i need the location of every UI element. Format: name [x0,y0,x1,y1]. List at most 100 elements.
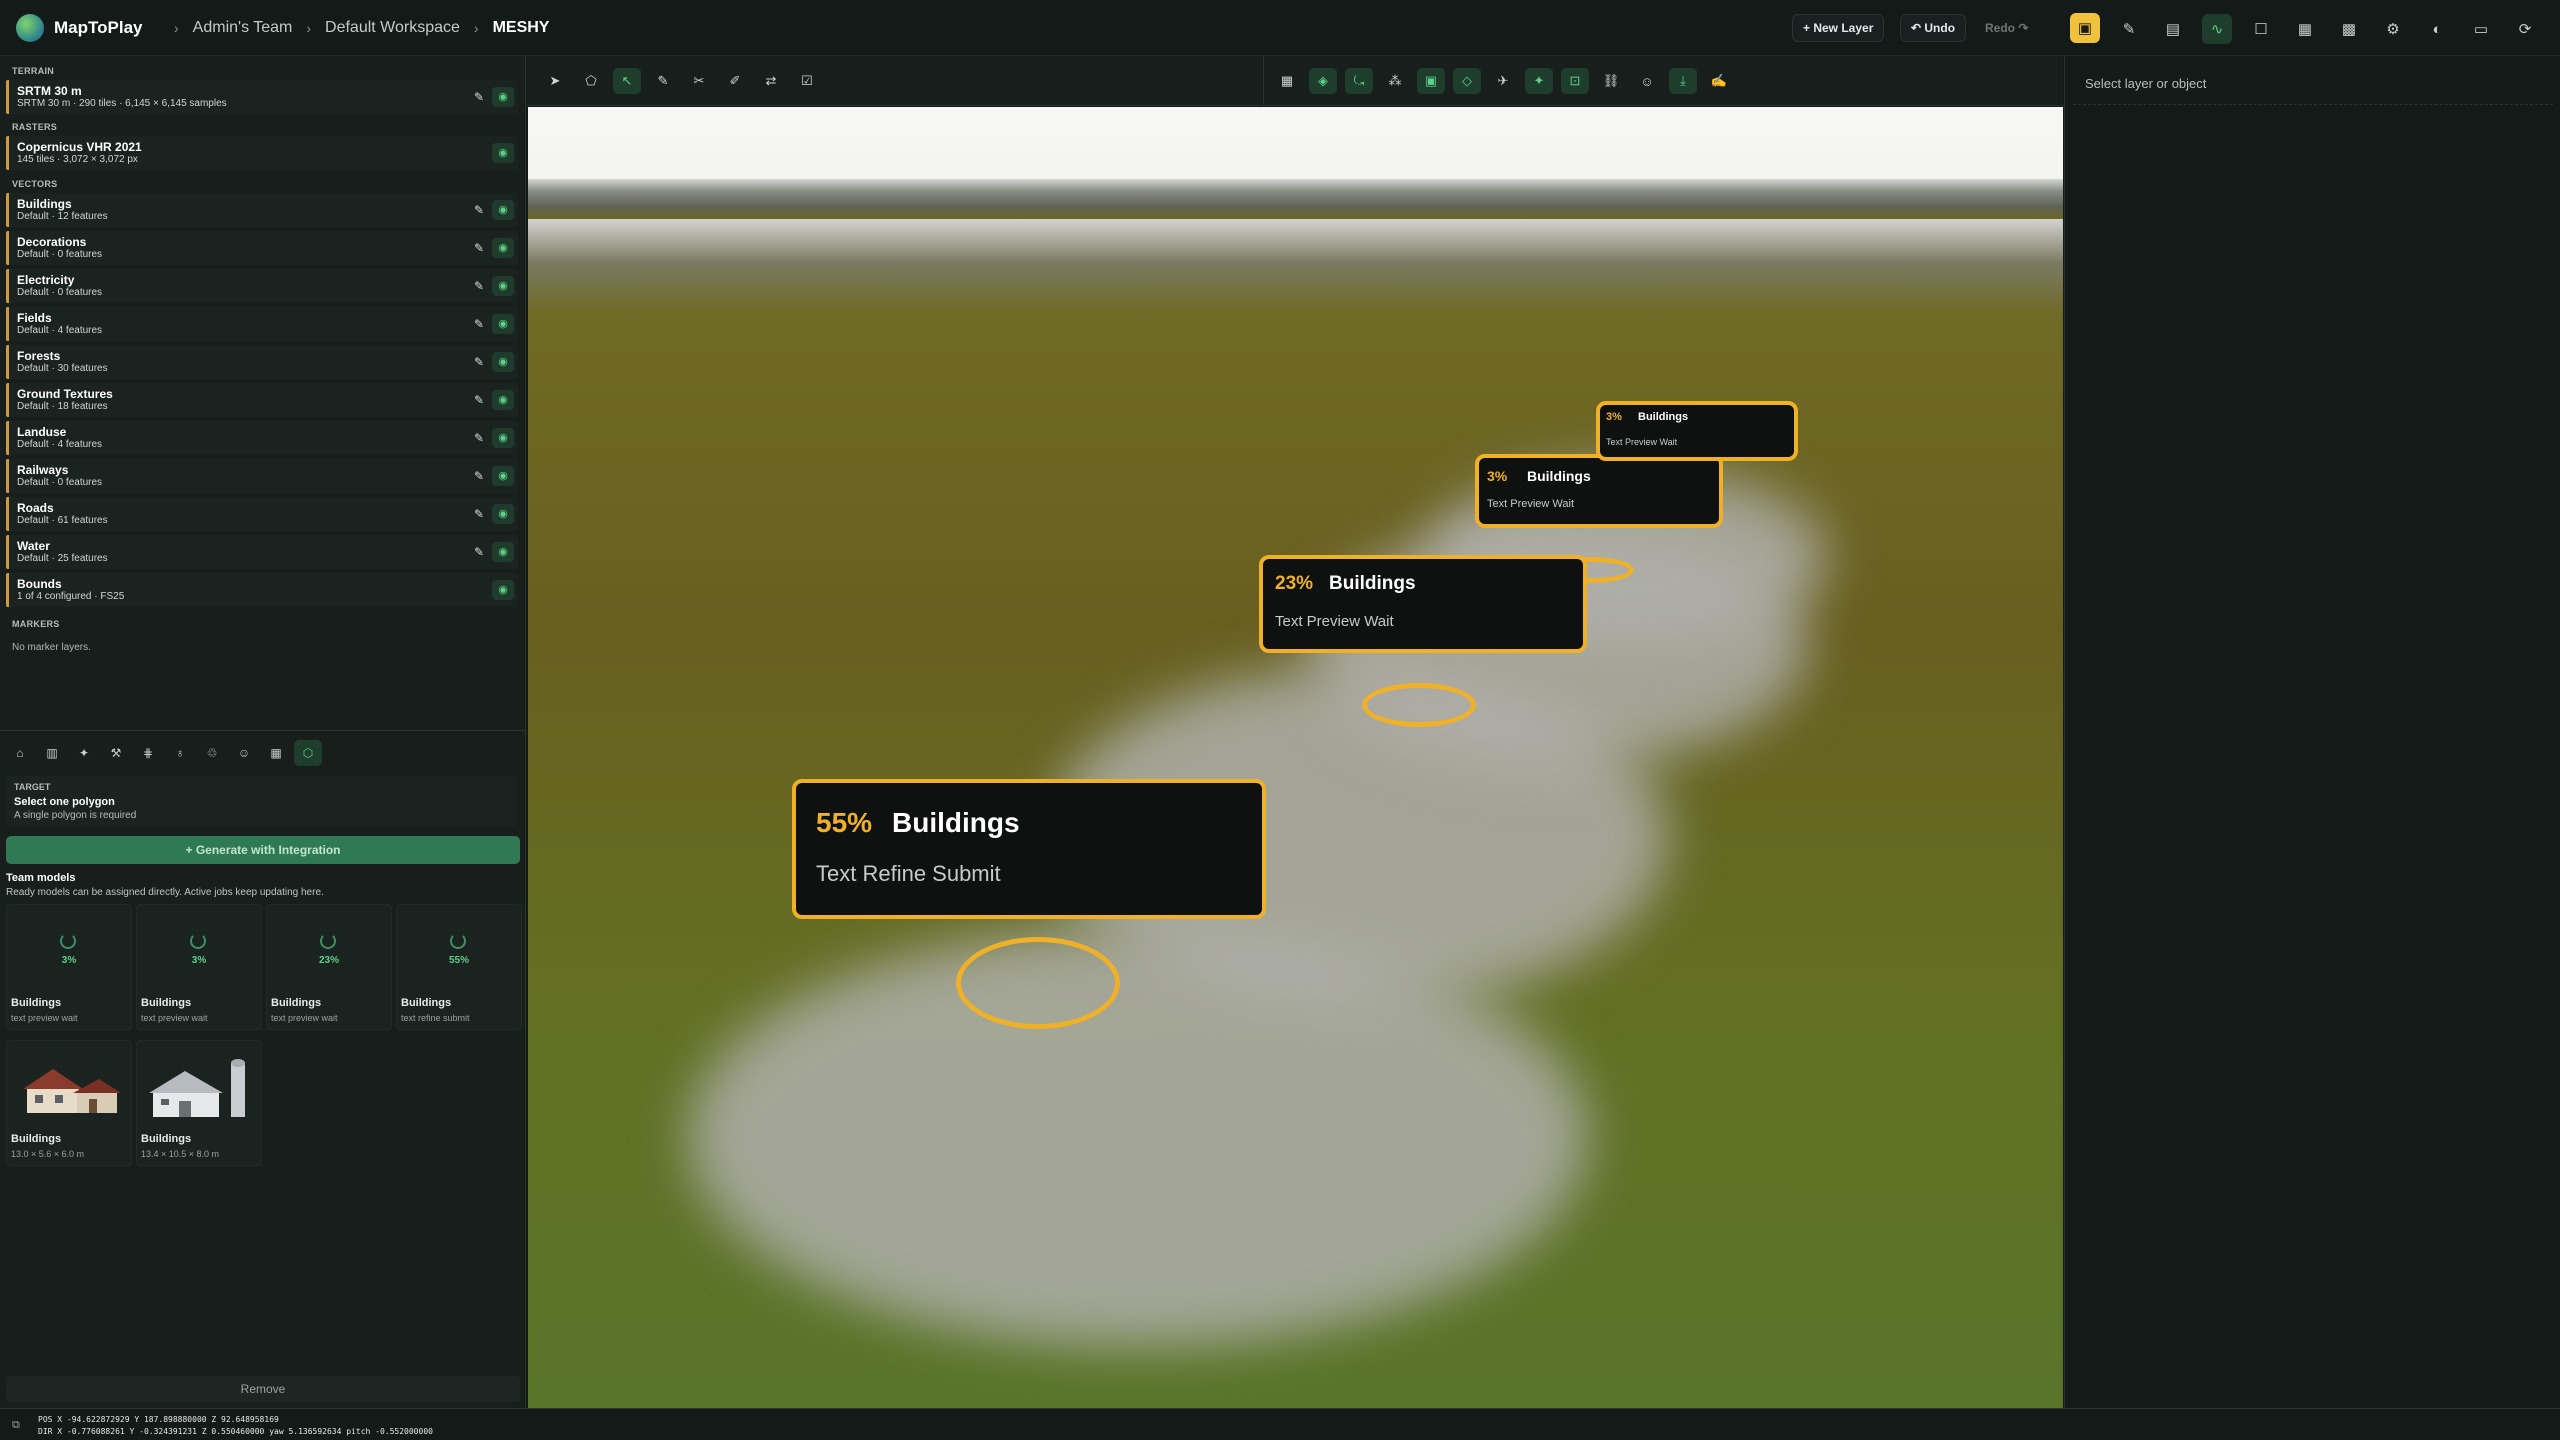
layout-icon[interactable]: ▤ [2158,14,2188,44]
checkbox-edit-icon[interactable]: ☑ [793,68,821,94]
focus-icon[interactable]: ⊡ [1561,68,1589,94]
network-icon[interactable]: ⁂ [1381,68,1409,94]
eye-icon[interactable]: ◉ [492,428,514,448]
download-icon[interactable]: ⤓ [1669,68,1697,94]
clipboard-icon[interactable]: ▣ [2070,13,2100,43]
job-label-23[interactable]: 23% Buildings Text Preview Wait [1259,555,1587,653]
magic-wand-icon[interactable]: ✎ [470,239,488,257]
magic-wand-icon[interactable]: ✎ [470,201,488,219]
layer-forests[interactable]: Forests Default · 30 features ✎ ◉ [6,345,518,379]
grid-icon[interactable]: ▩ [2334,14,2364,44]
signature-icon[interactable]: ✍ [1705,68,1733,94]
eye-icon[interactable]: ◉ [492,466,514,486]
layer-decorations[interactable]: Decorations Default · 0 features ✎ ◉ [6,231,518,265]
model-card-ready[interactable]: Buildings 13.4 × 10.5 × 8.0 m [136,1040,262,1166]
magic-wand-icon[interactable]: ✎ [470,505,488,523]
model-card[interactable]: 3% Buildings text preview wait [6,904,132,1030]
terrain-icon[interactable]: ◈ [1309,68,1337,94]
layer-buildings[interactable]: Buildings Default · 12 features ✎ ◉ [6,193,518,227]
grid-icon[interactable]: ▦ [262,740,290,766]
layer-fields[interactable]: Fields Default · 4 features ✎ ◉ [6,307,518,341]
image-icon[interactable]: ▣ [1417,68,1445,94]
building-icon[interactable]: ▥ [38,740,66,766]
3d-viewport[interactable]: 55% Buildings Text Refine Submit 23% Bui… [528,107,2063,1408]
activity-icon[interactable]: ∿ [2202,14,2232,44]
fence-icon[interactable]: ⋕ [134,740,162,766]
model-card[interactable]: 23% Buildings text preview wait [266,904,392,1030]
polygon-icon[interactable]: ⬠ [577,68,605,94]
path-icon[interactable]: ⤿ [1345,68,1373,94]
brush-icon[interactable]: ✐ [721,68,749,94]
layer-railways[interactable]: Railways Default · 0 features ✎ ◉ [6,459,518,493]
magic-wand-icon[interactable]: ✎ [2114,14,2144,44]
magic-wand-icon[interactable]: ✎ [470,88,488,106]
placement-ring[interactable] [956,937,1120,1029]
link-icon[interactable]: ⛓ [1597,68,1625,94]
remove-button[interactable]: Remove [6,1376,520,1402]
magic-wand-icon[interactable]: ✎ [470,543,488,561]
layer-srtm[interactable]: SRTM 30 m SRTM 30 m · 290 tiles · 6,145 … [6,80,518,114]
cube-icon[interactable]: ⬡ [294,740,322,766]
model-card-ready[interactable]: Buildings 13.0 × 5.6 × 6.0 m [6,1040,132,1166]
magic-wand-icon[interactable]: ✎ [470,429,488,447]
copy-icon[interactable]: ⧉ [12,1419,26,1433]
refresh-icon[interactable]: ⟳ [2510,14,2540,44]
eye-icon[interactable]: ◉ [492,390,514,410]
breadcrumb-workspace[interactable]: Default Workspace [325,19,460,37]
lamp-icon[interactable]: ♁ [166,740,194,766]
table-icon[interactable]: ▦ [1273,68,1301,94]
placement-ring[interactable] [1362,683,1476,727]
recycle-icon[interactable]: ♲ [198,740,226,766]
magic-wand-icon[interactable]: ✎ [470,315,488,333]
job-label-55[interactable]: 55% Buildings Text Refine Submit [792,779,1266,919]
navigate-icon[interactable]: ➤ [541,68,569,94]
layers-icon[interactable]: ◇ [1453,68,1481,94]
bolt-icon[interactable]: ✦ [70,740,98,766]
job-label-3b[interactable]: 3% Buildings Text Preview Wait [1596,401,1798,461]
eye-icon[interactable]: ◉ [492,238,514,258]
eye-icon[interactable]: ◉ [492,143,514,163]
job-label-3a[interactable]: 3% Buildings Text Preview Wait [1475,454,1723,528]
sparkle-icon[interactable]: ✦ [1525,68,1553,94]
eye-icon[interactable]: ◉ [492,276,514,296]
route-icon[interactable]: ⇄ [757,68,785,94]
layer-copernicus[interactable]: Copernicus VHR 2021 145 tiles · 3,072 × … [6,136,518,170]
model-card[interactable]: 55% Buildings text refine submit [396,904,522,1030]
magic-wand-icon[interactable]: ✎ [470,277,488,295]
pencil-icon[interactable]: ✎ [649,68,677,94]
undo-button[interactable]: ↶ Undo [1900,14,1967,42]
eye-icon[interactable]: ◉ [492,542,514,562]
palette-icon[interactable]: ◐ [2422,14,2452,44]
magic-wand-icon[interactable]: ✎ [470,353,488,371]
magic-wand-icon[interactable]: ✎ [470,391,488,409]
generate-button[interactable]: + Generate with Integration [6,836,520,864]
layer-roads[interactable]: Roads Default · 61 features ✎ ◉ [6,497,518,531]
eye-icon[interactable]: ◉ [492,200,514,220]
tractor-icon[interactable]: ⚒ [102,740,130,766]
eye-icon[interactable]: ◉ [492,314,514,334]
breadcrumb-team[interactable]: Admin's Team [193,19,293,37]
home-icon[interactable]: ⌂ [6,740,34,766]
terminal-icon[interactable]: ▭ [2466,14,2496,44]
scissors-icon[interactable]: ✂ [685,68,713,94]
layer-water[interactable]: Water Default · 25 features ✎ ◉ [6,535,518,569]
eye-icon[interactable]: ◉ [492,87,514,107]
gear-icon[interactable]: ⚙ [2378,14,2408,44]
eye-icon[interactable]: ◉ [492,352,514,372]
eye-icon[interactable]: ◉ [492,504,514,524]
layer-bounds[interactable]: Bounds 1 of 4 configured · FS25 ◉ [6,573,518,607]
new-layer-button[interactable]: + New Layer [1792,14,1885,42]
person-icon[interactable]: ☺ [230,740,258,766]
person-icon[interactable]: ☺ [1633,68,1661,94]
eye-icon[interactable]: ◉ [492,580,514,600]
magic-wand-icon[interactable]: ✎ [470,467,488,485]
select-pointer-icon[interactable]: ↖ [613,68,641,94]
model-card[interactable]: 3% Buildings text preview wait [136,904,262,1030]
redo-button[interactable]: Redo ↷ [1974,14,2039,42]
layer-ground-textures[interactable]: Ground Textures Default · 18 features ✎ ◉ [6,383,518,417]
layer-electricity[interactable]: Electricity Default · 0 features ✎ ◉ [6,269,518,303]
robot-icon[interactable]: ☐ [2246,14,2276,44]
archive-icon[interactable]: ▦ [2290,14,2320,44]
layer-landuse[interactable]: Landuse Default · 4 features ✎ ◉ [6,421,518,455]
plane-icon[interactable]: ✈ [1489,68,1517,94]
